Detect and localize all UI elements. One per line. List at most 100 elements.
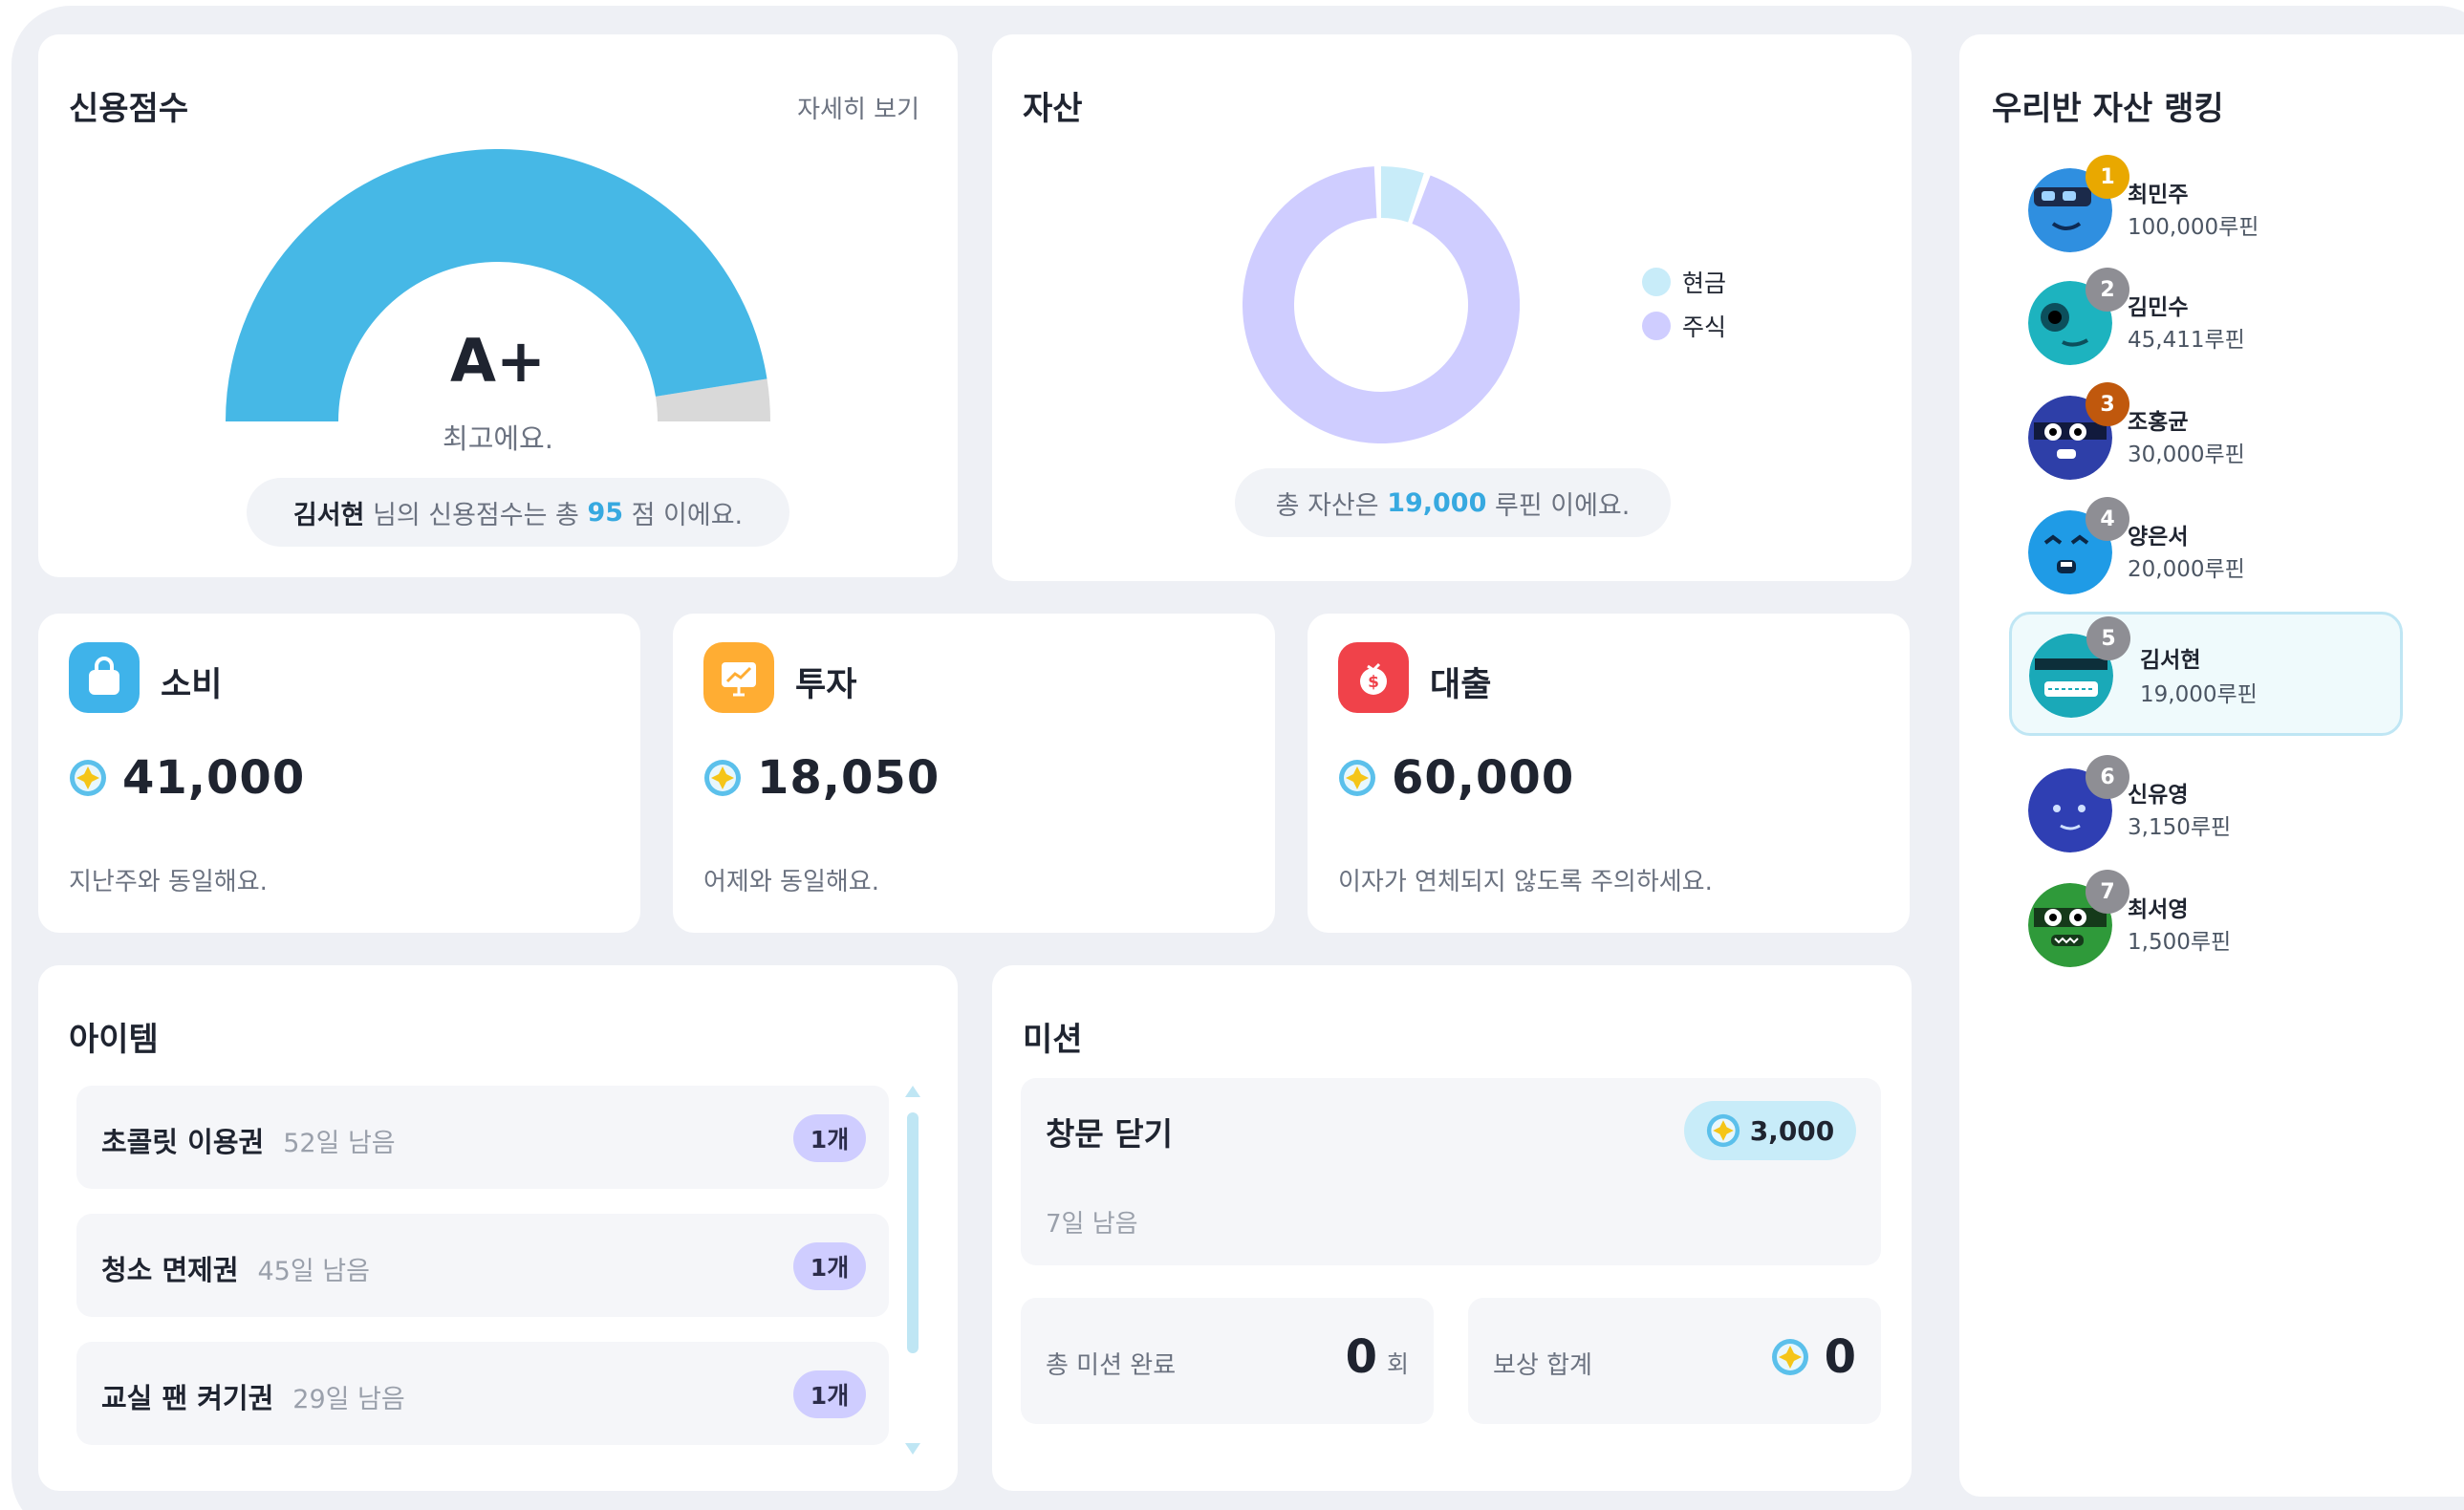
item-days: 29일 남음 xyxy=(292,1385,405,1414)
item-row[interactable]: 초콜릿 이용권 52일 남음 1개 xyxy=(76,1086,889,1189)
credit-title: 신용점수 xyxy=(69,90,189,128)
item-count-badge: 1개 xyxy=(793,1370,866,1418)
item-name: 청소 면제권 45일 남음 xyxy=(101,1248,370,1288)
loan-note: 이자가 연체되지 않도록 주의하세요. xyxy=(1338,868,1713,896)
credit-detail-link[interactable]: 자세히 보기 xyxy=(797,90,919,125)
rank-badge: 1 xyxy=(2086,155,2129,199)
rank-badge: 2 xyxy=(2086,268,2129,312)
rank-amount: 100,000루핀 xyxy=(2128,215,2259,240)
mission-title: 미션 xyxy=(1023,1021,1083,1059)
legend-item-stock: 주식 xyxy=(1642,304,1726,348)
presentation-chart-icon xyxy=(703,642,774,713)
mission-reward-value: 3,000 xyxy=(1749,1114,1835,1147)
asset-card: 자산 현금 주식 총 자산은 19,000 루핀 이에요. xyxy=(992,34,1912,581)
asset-legend: 현금 주식 xyxy=(1642,260,1726,348)
spend-value-row: 41,000 xyxy=(69,751,305,805)
reward-total-box: 보상 합계 0 xyxy=(1468,1298,1881,1424)
legend-item-cash: 현금 xyxy=(1642,260,1726,304)
item-name-text: 초콜릿 이용권 xyxy=(101,1126,265,1158)
loan-title: 대출 xyxy=(1430,666,1492,704)
rank-amount: 19,000루핀 xyxy=(2140,682,2258,707)
asset-summary-amount: 19,000 xyxy=(1387,487,1487,518)
money-bag-icon: $ xyxy=(1338,642,1409,713)
spend-note: 지난주와 동일해요. xyxy=(69,868,268,896)
item-name: 초콜릿 이용권 52일 남음 xyxy=(101,1120,396,1160)
item-row[interactable]: 청소 면제권 45일 남음 1개 xyxy=(76,1214,889,1317)
reward-total-value-row: 0 xyxy=(1771,1330,1856,1384)
rank-name: 신유영 xyxy=(2128,783,2189,808)
rank-badge: 4 xyxy=(2086,497,2129,541)
rank-amount: 30,000루핀 xyxy=(2128,442,2245,467)
mission-card: 미션 창문 닫기 3,000 7일 남음 총 미션 완료 0 회 보상 합계 0 xyxy=(992,965,1912,1491)
coin-icon xyxy=(703,759,742,797)
rank-amount: 1,500루핀 xyxy=(2128,930,2232,955)
item-name-text: 교실 팬 켜기권 xyxy=(101,1382,274,1414)
credit-summary-tail: 점 이에요. xyxy=(623,500,744,530)
ranking-item[interactable]: 1 최민주 100,000루핀 xyxy=(2017,155,2437,264)
loan-card: $ 대출 60,000 이자가 연체되지 않도록 주의하세요. xyxy=(1308,614,1910,933)
mission-total-value: 0 xyxy=(1345,1330,1377,1384)
credit-summary-mid: 님의 신용점수는 총 xyxy=(364,500,588,530)
ranking-item[interactable]: 3 조홍균 30,000루핀 xyxy=(2017,382,2437,491)
rank-name: 양은서 xyxy=(2128,525,2189,550)
spend-card: 소비 41,000 지난주와 동일해요. xyxy=(38,614,640,933)
ranking-item[interactable]: 6 신유영 3,150루핀 xyxy=(2017,755,2437,864)
rank-amount: 45,411루핀 xyxy=(2128,328,2245,353)
coin-icon xyxy=(1338,759,1376,797)
rank-name: 김민수 xyxy=(2128,295,2189,320)
invest-title: 투자 xyxy=(795,666,857,704)
mission-total-label: 총 미션 완료 xyxy=(1046,1351,1177,1380)
credit-summary: 김서현 님의 신용점수는 총 95 점 이에요. xyxy=(247,478,789,547)
coin-icon xyxy=(69,759,107,797)
item-days: 45일 남음 xyxy=(257,1257,370,1286)
invest-card: 투자 18,050 어제와 동일해요. xyxy=(673,614,1275,933)
item-count-badge: 1개 xyxy=(793,1114,866,1162)
asset-summary: 총 자산은 19,000 루핀 이에요. xyxy=(1235,468,1671,537)
rank-badge: 3 xyxy=(2086,382,2129,426)
shopping-bag-icon xyxy=(69,642,140,713)
invest-value-row: 18,050 xyxy=(703,751,940,805)
ranking-title: 우리반 자산 랭킹 xyxy=(1992,90,2224,128)
legend-dot-cash xyxy=(1642,268,1671,296)
rank-name: 조홍균 xyxy=(2128,410,2189,435)
mission-total-value-row: 0 회 xyxy=(1346,1330,1409,1384)
item-row[interactable]: 교실 팬 켜기권 29일 남음 1개 xyxy=(76,1342,889,1445)
invest-value: 18,050 xyxy=(757,751,940,805)
asset-donut-chart xyxy=(1243,166,1520,443)
items-card: 아이템 초콜릿 이용권 52일 남음 1개 청소 면제권 45일 남음 1개 교실 … xyxy=(38,965,958,1491)
rank-badge: 6 xyxy=(2086,755,2129,799)
mission-days: 7일 남음 xyxy=(1046,1210,1138,1239)
credit-score-card: 신용점수 자세히 보기 A+ 최고에요. 김서현 님의 신용점수는 총 95 점… xyxy=(38,34,958,577)
items-scrollbar[interactable] xyxy=(904,1084,921,1456)
rank-name: 김서현 xyxy=(2140,648,2201,673)
ranking-item[interactable]: 4 양은서 20,000루핀 xyxy=(2017,497,2437,606)
donut-slice-cash xyxy=(1380,166,1424,223)
rank-name: 최서영 xyxy=(2128,897,2189,922)
mission-name: 창문 닫기 xyxy=(1046,1115,1173,1153)
rank-badge: 5 xyxy=(2086,616,2130,660)
asset-summary-tail: 루핀 이에요. xyxy=(1486,490,1631,521)
ranking-item[interactable]: 7 최서영 1,500루핀 xyxy=(2017,870,2437,979)
rank-name: 최민주 xyxy=(2128,183,2189,207)
reward-total-value: 0 xyxy=(1824,1330,1856,1384)
credit-grade: A+ xyxy=(450,326,546,396)
spend-value: 41,000 xyxy=(122,751,306,805)
rank-badge: 7 xyxy=(2086,870,2129,914)
ranking-item-me[interactable]: 5 김서현 19,000루핀 xyxy=(2009,612,2403,736)
loan-value: 60,000 xyxy=(1392,751,1575,805)
items-title: 아이템 xyxy=(69,1021,159,1059)
ranking-item[interactable]: 2 김민수 45,411루핀 xyxy=(2017,268,2437,377)
mission-item[interactable]: 창문 닫기 3,000 7일 남음 xyxy=(1021,1078,1881,1265)
item-name: 교실 팬 켜기권 29일 남음 xyxy=(101,1376,405,1416)
loan-value-row: 60,000 xyxy=(1338,751,1574,805)
mission-total-unit: 회 xyxy=(1386,1350,1409,1378)
reward-total-label: 보상 합계 xyxy=(1493,1351,1592,1380)
rank-amount: 20,000루핀 xyxy=(2128,557,2245,582)
mission-total-box: 총 미션 완료 0 회 xyxy=(1021,1298,1434,1424)
credit-grade-text: 최고에요. xyxy=(443,422,553,455)
spend-title: 소비 xyxy=(161,666,223,704)
ranking-card: 우리반 자산 랭킹 1 최민주 100,000루핀 2 김민수 45,411루핀… xyxy=(1959,34,2464,1497)
item-days: 52일 남음 xyxy=(283,1129,396,1158)
scroll-down-arrow-icon xyxy=(905,1443,920,1455)
scroll-up-arrow-icon xyxy=(905,1086,920,1097)
